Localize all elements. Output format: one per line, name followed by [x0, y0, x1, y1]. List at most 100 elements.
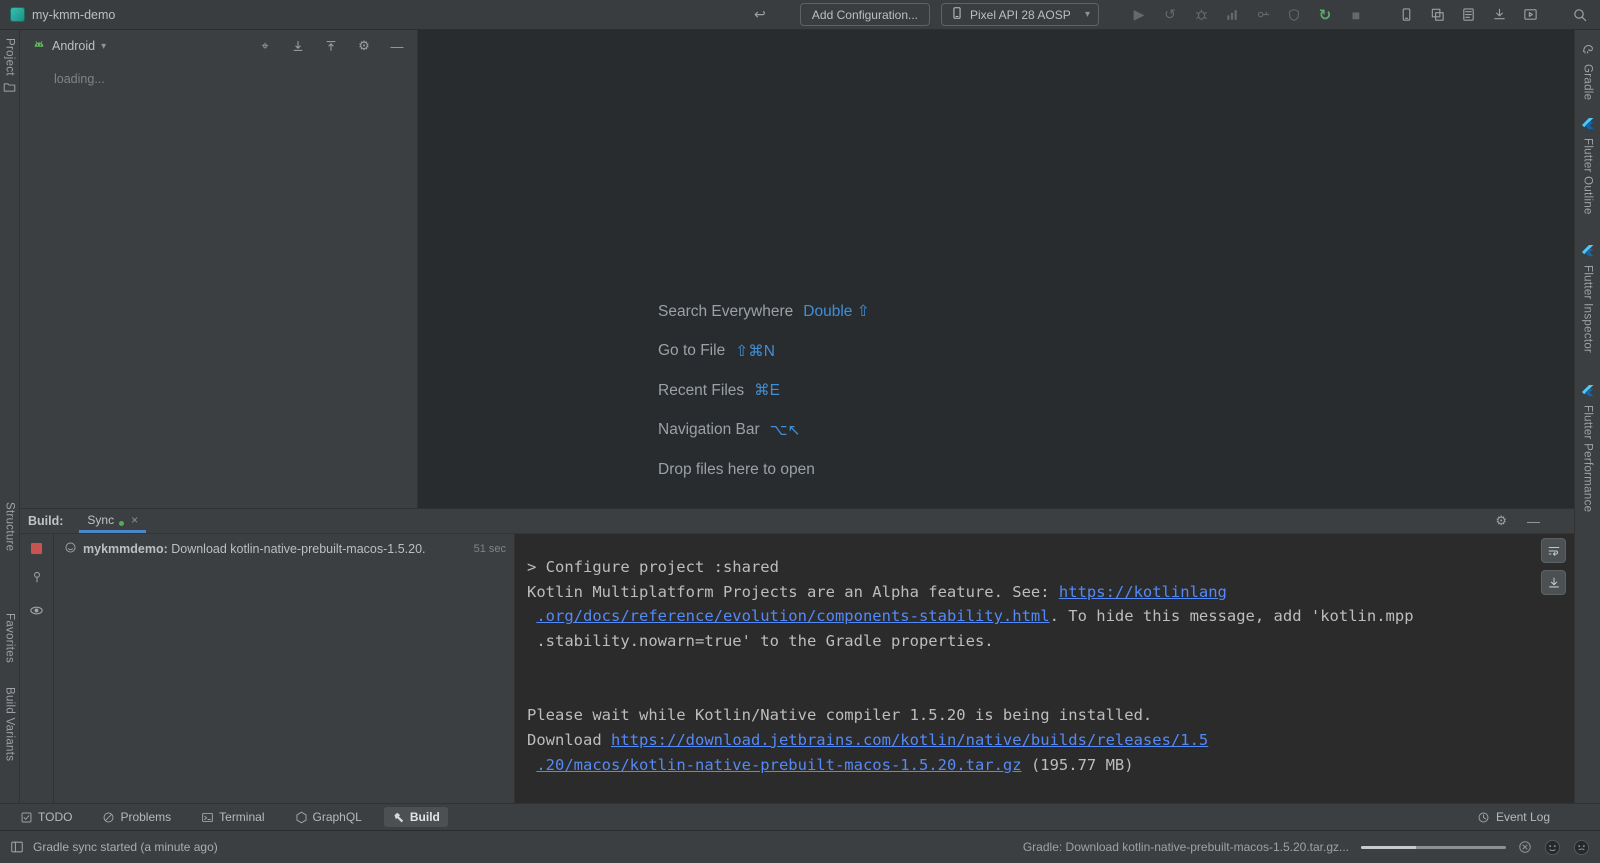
- locate-file-icon[interactable]: ⌖: [257, 38, 273, 54]
- project-app-icon: [10, 7, 25, 22]
- build-tree-row[interactable]: mykmmdemo: Download kotlin-native-prebui…: [54, 538, 514, 560]
- chevron-down-icon[interactable]: ▾: [101, 41, 106, 52]
- gradle-sync-icon[interactable]: ↻: [1315, 5, 1335, 25]
- debug-icon[interactable]: [1191, 5, 1211, 25]
- console-line: .org/docs/reference/evolution/components…: [527, 604, 1514, 629]
- graphql-icon: [295, 811, 308, 824]
- editor-area: Search Everywhere Double ⇧ Go to File ⇧⌘…: [418, 30, 1574, 508]
- close-tab-icon[interactable]: ×: [131, 513, 138, 527]
- event-log-icon: [1477, 811, 1490, 824]
- tool-tab-flutter-inspector[interactable]: Flutter Inspector: [1575, 245, 1600, 353]
- terminal-icon: [201, 811, 214, 824]
- project-loading-text: loading...: [54, 72, 105, 86]
- hide-panel-icon[interactable]: —: [389, 38, 405, 54]
- eye-icon[interactable]: [29, 603, 44, 621]
- right-tool-strip: Gradle Flutter Outline Flutter Inspector…: [1574, 30, 1600, 803]
- build-panel-title: Build:: [28, 514, 64, 528]
- back-icon[interactable]: ↩: [750, 5, 770, 25]
- stop-icon[interactable]: ■: [1346, 5, 1366, 25]
- tool-tab-todo[interactable]: TODO: [12, 807, 80, 827]
- minimize-panel-icon[interactable]: —: [1527, 514, 1540, 529]
- console-line: .stability.nowarn=true' to the Gradle pr…: [527, 629, 1514, 654]
- title-bar: my-kmm-demo ↩ Add Configuration... Pixel…: [0, 0, 1600, 30]
- progress-label: Gradle: Download kotlin-native-prebuilt-…: [1022, 840, 1349, 854]
- attach-debugger-icon[interactable]: [1253, 5, 1273, 25]
- console-link[interactable]: https://kotlinlang: [1059, 583, 1227, 601]
- device-selector[interactable]: Pixel API 28 AOSP ▾: [941, 3, 1099, 26]
- cancel-progress-icon[interactable]: [1518, 840, 1532, 854]
- console-line: Kotlin Multiplatform Projects are an Alp…: [527, 580, 1514, 605]
- tool-tab-structure[interactable]: Structure: [0, 502, 19, 551]
- status-message[interactable]: Gradle sync started (a minute ago): [33, 840, 218, 854]
- build-settings-gear-icon[interactable]: ⚙: [1495, 513, 1507, 529]
- build-tab-sync[interactable]: Sync ×: [79, 509, 147, 533]
- tool-tab-problems[interactable]: Problems: [94, 807, 179, 827]
- console-line: > Configure project :shared: [527, 555, 1514, 580]
- pin-icon[interactable]: [30, 570, 44, 587]
- stop-build-icon[interactable]: [31, 543, 42, 554]
- device-manager-icon[interactable]: [1396, 5, 1416, 25]
- tool-tab-graphql[interactable]: GraphQL: [287, 807, 370, 827]
- scroll-to-end-icon[interactable]: [1541, 570, 1566, 595]
- build-tree-pane: mykmmdemo: Download kotlin-native-prebui…: [20, 534, 515, 803]
- tool-tab-build[interactable]: Build: [383, 807, 448, 827]
- flutter-icon: [1581, 385, 1594, 400]
- hint-go-to-file[interactable]: Go to File ⇧⌘N: [658, 332, 870, 372]
- build-console-text: > Configure project :shared Kotlin Multip…: [527, 555, 1514, 777]
- feedback-smiley-icon[interactable]: [1544, 839, 1561, 856]
- apply-changes-icon[interactable]: ↺: [1160, 5, 1180, 25]
- sdk-manager-icon[interactable]: [1489, 5, 1509, 25]
- console-link[interactable]: .org/docs/reference/evolution/components…: [536, 607, 1049, 625]
- console-link[interactable]: .20/macos/kotlin-native-prebuilt-macos-1…: [536, 756, 1021, 774]
- build-task-label: mykmmdemo: Download kotlin-native-prebui…: [83, 542, 426, 556]
- toolwindow-toggle-icon[interactable]: [10, 840, 24, 854]
- coverage-icon[interactable]: [1284, 5, 1304, 25]
- flutter-icon: [1581, 118, 1594, 133]
- console-line: Please wait while Kotlin/Native compiler…: [527, 703, 1514, 728]
- console-text: (195.77 MB): [1021, 755, 1134, 774]
- soft-wrap-icon[interactable]: [1541, 538, 1566, 563]
- hint-search-everywhere[interactable]: Search Everywhere Double ⇧: [658, 292, 870, 332]
- gradle-task-icon: [64, 541, 77, 557]
- tool-tab-flutter-outline[interactable]: Flutter Outline: [1575, 118, 1600, 215]
- hint-recent-files[interactable]: Recent Files ⌘E: [658, 371, 870, 411]
- tool-tab-project[interactable]: Project: [0, 38, 19, 97]
- console-link[interactable]: https://download.jetbrains.com/kotlin/na…: [611, 731, 1208, 749]
- expand-all-icon[interactable]: [290, 38, 306, 54]
- add-configuration-button[interactable]: Add Configuration...: [799, 3, 930, 26]
- hint-drop-files: Drop files here to open: [658, 460, 815, 478]
- search-icon[interactable]: [1570, 5, 1590, 25]
- build-toolbar: [20, 534, 54, 803]
- build-task-duration: 51 sec: [473, 543, 506, 555]
- console-text: . To hide this message, add 'kotlin.mpp: [1049, 607, 1414, 626]
- logcat-icon[interactable]: [1458, 5, 1478, 25]
- emulator-icon[interactable]: [1520, 5, 1540, 25]
- feedback-smiley-icon-2[interactable]: [1573, 839, 1590, 856]
- device-icon: [950, 6, 964, 23]
- tool-tab-flutter-performance[interactable]: Flutter Performance: [1575, 385, 1600, 512]
- tool-tab-favorites[interactable]: Favorites: [0, 613, 19, 663]
- hammer-icon: [392, 811, 405, 824]
- console-text: Download: [527, 730, 611, 749]
- flutter-icon: [1581, 245, 1594, 260]
- tool-tab-build-variants[interactable]: Build Variants: [0, 687, 19, 761]
- collapse-all-icon[interactable]: [323, 38, 339, 54]
- android-icon: [32, 38, 46, 55]
- hint-navigation-bar[interactable]: Navigation Bar ⌥↖: [658, 411, 870, 451]
- window-title: my-kmm-demo: [32, 7, 116, 22]
- event-log-button[interactable]: Event Log: [1477, 810, 1550, 824]
- run-icon[interactable]: ▶: [1129, 5, 1149, 25]
- build-console: > Configure project :shared Kotlin Multip…: [515, 534, 1574, 803]
- project-view-selector[interactable]: Android: [52, 39, 95, 53]
- tool-tab-gradle[interactable]: Gradle: [1575, 42, 1600, 100]
- editor-shortcut-hints: Search Everywhere Double ⇧ Go to File ⇧⌘…: [658, 292, 870, 490]
- project-panel: Android ▾ ⌖ ⚙ — loading...: [20, 30, 418, 508]
- tool-tab-terminal[interactable]: Terminal: [193, 807, 272, 827]
- profiler-icon[interactable]: [1222, 5, 1242, 25]
- layout-inspector-icon[interactable]: [1427, 5, 1447, 25]
- console-line: .20/macos/kotlin-native-prebuilt-macos-1…: [527, 753, 1514, 778]
- settings-gear-icon[interactable]: ⚙: [356, 38, 372, 54]
